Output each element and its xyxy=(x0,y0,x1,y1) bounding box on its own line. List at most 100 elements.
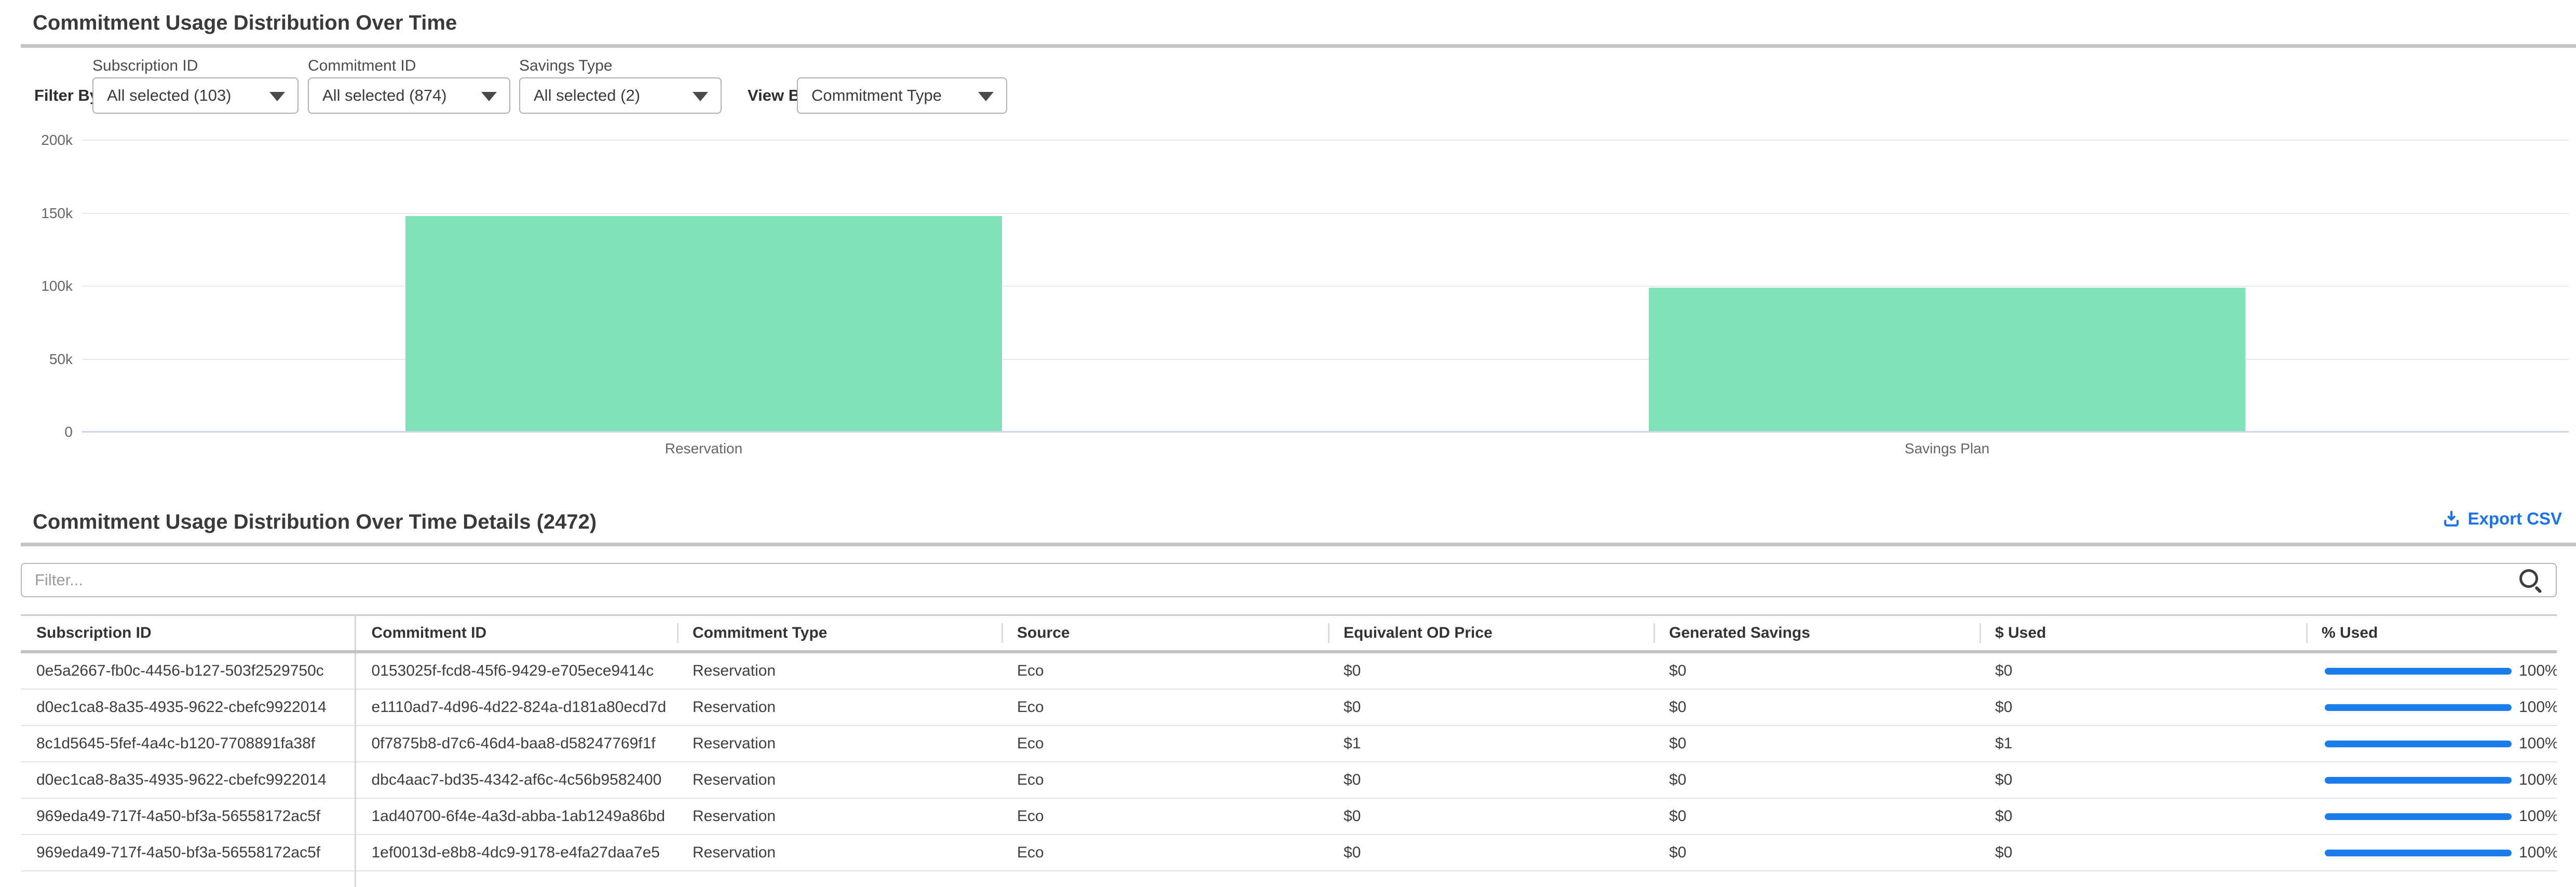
y-axis-tick-label: 0 xyxy=(64,424,73,440)
column-header-commitment-type[interactable]: Commitment Type xyxy=(677,615,1001,652)
column-header-source[interactable]: Source xyxy=(1001,615,1328,652)
cell-generated-savings: $0 xyxy=(1653,652,1980,689)
used-pct-progress-bar xyxy=(2325,850,2512,856)
view-by-dropdown[interactable]: Commitment Type xyxy=(797,77,1007,114)
filter-dropdown-subscription-id[interactable]: All selected (103) xyxy=(92,77,299,114)
table-row: d0ec1ca8-8a35-4935-9622-cbefc9922014dbc4… xyxy=(21,762,2557,798)
table-filter xyxy=(21,563,2557,597)
cell-subscription-id: 969eda49-717f-4a50-bf3a-56558172ac5f xyxy=(21,835,355,871)
cell-used-dollars: $1 xyxy=(1980,725,2306,762)
column-header-commitment-id[interactable]: Commitment ID xyxy=(355,615,677,652)
details-title: Commitment Usage Distribution Over Time … xyxy=(33,510,596,534)
column-header-used[interactable]: % Used xyxy=(2306,615,2557,652)
chevron-down-icon xyxy=(481,92,497,101)
y-axis-tick-label: 200k xyxy=(41,132,73,149)
cell-equivalent-od-price: $0 xyxy=(1328,798,1653,835)
table-row-partial xyxy=(21,871,2557,887)
usage-bar-chart: 200k150k100k50k0ReservationSavings Plan xyxy=(82,140,2569,432)
cell-generated-savings: $0 xyxy=(1653,835,1980,871)
cell-used-dollars: $0 xyxy=(1980,689,2306,725)
chevron-down-icon xyxy=(269,92,285,101)
chevron-down-icon xyxy=(978,92,994,101)
cell-subscription-id: d0ec1ca8-8a35-4935-9622-cbefc9922014 xyxy=(21,689,355,725)
cell-equivalent-od-price: $0 xyxy=(1328,835,1653,871)
cell-commitment-type: Reservation xyxy=(677,725,1001,762)
column-header-equivalent-od-price[interactable]: Equivalent OD Price xyxy=(1328,615,1653,652)
cell-source: Eco xyxy=(1001,652,1328,689)
filter-label-subscription-id: Subscription ID xyxy=(92,57,198,75)
cell-generated-savings: $0 xyxy=(1653,798,1980,835)
cell-used-dollars: $0 xyxy=(1980,798,2306,835)
table-header-row: Subscription IDCommitment IDCommitment T… xyxy=(21,615,2557,652)
x-axis-category-label: Savings Plan xyxy=(1905,440,1989,457)
cell-used-dollars: $0 xyxy=(1980,652,2306,689)
cell-equivalent-od-price: $0 xyxy=(1328,689,1653,725)
y-axis-tick-label: 150k xyxy=(41,205,73,222)
cell-source: Eco xyxy=(1001,762,1328,798)
used-pct-label: 100% xyxy=(2519,771,2557,789)
cell-source: Eco xyxy=(1001,725,1328,762)
column-header-subscription-id[interactable]: Subscription ID xyxy=(21,615,355,652)
cell-used-pct: 100% xyxy=(2306,835,2557,871)
download-icon xyxy=(2442,509,2461,529)
used-pct-label: 100% xyxy=(2519,735,2557,752)
column-header-used[interactable]: $ Used xyxy=(1980,615,2306,652)
table-row: 969eda49-717f-4a50-bf3a-56558172ac5f1ad4… xyxy=(21,798,2557,835)
cell-commitment-id: 1ef0013d-e8b8-4dc9-9178-e4fa27daa7e5 xyxy=(355,835,677,871)
export-csv-label: Export CSV xyxy=(2467,509,2562,529)
table-filter-input[interactable] xyxy=(21,563,2557,597)
title-divider xyxy=(21,44,2576,48)
bar-reservation[interactable] xyxy=(405,216,1002,432)
cell-used-pct: 100% xyxy=(2306,689,2557,725)
cell-equivalent-od-price: $1 xyxy=(1328,725,1653,762)
used-pct-progress-bar xyxy=(2325,813,2512,820)
gridline xyxy=(82,213,2569,214)
cell-generated-savings: $0 xyxy=(1653,689,1980,725)
cell-subscription-id: 8c1d5645-5fef-4a4c-b120-7708891fa38f xyxy=(21,725,355,762)
filter-dropdown-value: All selected (103) xyxy=(107,86,232,105)
gridline xyxy=(82,140,2569,141)
search-icon[interactable] xyxy=(2518,568,2542,592)
table-row: d0ec1ca8-8a35-4935-9622-cbefc9922014e111… xyxy=(21,689,2557,725)
cell-commitment-id: 1ad40700-6f4e-4a3d-abba-1ab1249a86bd xyxy=(355,798,677,835)
cell-commitment-id: e1110ad7-4d96-4d22-824a-d181a80ecd7d xyxy=(355,689,677,725)
cell-used-pct: 100% xyxy=(2306,762,2557,798)
used-pct-progress-bar xyxy=(2325,668,2512,675)
filter-dropdown-value: All selected (874) xyxy=(322,86,447,105)
y-axis-tick-label: 100k xyxy=(41,278,73,294)
filter-dropdown-value: All selected (2) xyxy=(534,86,640,105)
cell-commitment-id: 0f7875b8-d7c6-46d4-baa8-d58247769f1f xyxy=(355,725,677,762)
x-axis-category-label: Reservation xyxy=(665,440,742,457)
view-by-value: Commitment Type xyxy=(811,86,942,105)
filter-dropdown-commitment-id[interactable]: All selected (874) xyxy=(308,77,510,114)
cell-generated-savings: $0 xyxy=(1653,725,1980,762)
cell-commitment-type: Reservation xyxy=(677,689,1001,725)
cell-commitment-id: dbc4aac7-bd35-4342-af6c-4c56b9582400 xyxy=(355,762,677,798)
cell-used-pct: 100% xyxy=(2306,798,2557,835)
commitment-usage-page: Commitment Usage Distribution Over Time … xyxy=(0,0,2576,876)
used-pct-progress-bar xyxy=(2325,704,2512,711)
cell-source: Eco xyxy=(1001,798,1328,835)
bar-savings-plan[interactable] xyxy=(1649,288,2246,432)
filter-label-savings-type: Savings Type xyxy=(519,57,613,75)
details-table: Subscription IDCommitment IDCommitment T… xyxy=(21,614,2557,887)
used-pct-label: 100% xyxy=(2519,844,2557,862)
filter-label-commitment-id: Commitment ID xyxy=(308,57,416,75)
cell-used-dollars: $0 xyxy=(1980,762,2306,798)
cell-subscription-id: 0e5a2667-fb0c-4456-b127-503f2529750c xyxy=(21,652,355,689)
used-pct-progress-bar xyxy=(2325,741,2512,747)
cell-used-pct: 100% xyxy=(2306,652,2557,689)
cell-commitment-type: Reservation xyxy=(677,798,1001,835)
cell-commitment-id: 0153025f-fcd8-45f6-9429-e705ece9414c xyxy=(355,652,677,689)
chevron-down-icon xyxy=(693,92,708,101)
cell-used-pct: 100% xyxy=(2306,725,2557,762)
filter-dropdown-savings-type[interactable]: All selected (2) xyxy=(519,77,722,114)
y-axis-tick-label: 50k xyxy=(49,351,73,368)
table-row: 969eda49-717f-4a50-bf3a-56558172ac5f1ef0… xyxy=(21,835,2557,871)
cell-commitment-type: Reservation xyxy=(677,762,1001,798)
column-header-generated-savings[interactable]: Generated Savings xyxy=(1653,615,1980,652)
cell-generated-savings: $0 xyxy=(1653,762,1980,798)
x-axis-line xyxy=(82,431,2569,433)
page-title: Commitment Usage Distribution Over Time xyxy=(33,11,457,35)
export-csv-button[interactable]: Export CSV xyxy=(2442,509,2562,529)
